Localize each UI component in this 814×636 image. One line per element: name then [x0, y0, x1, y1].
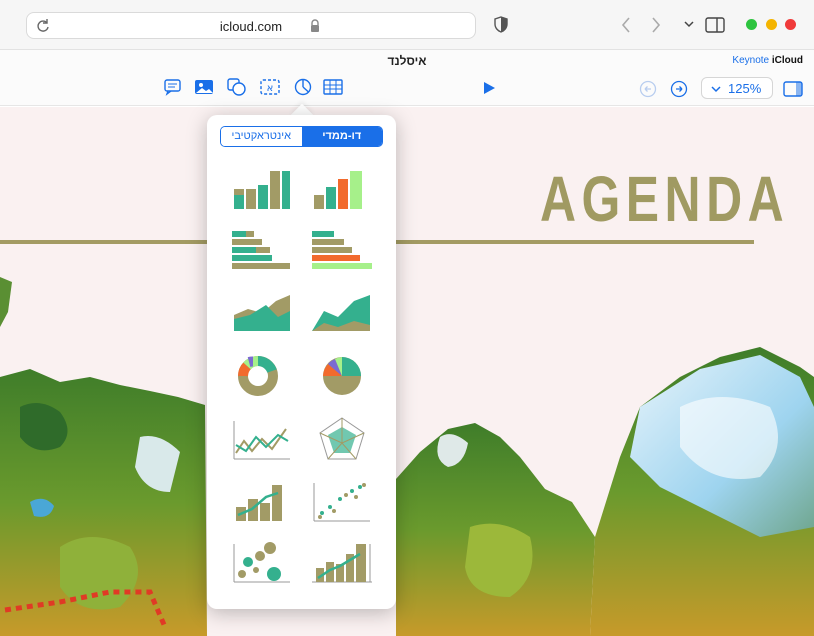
svg-text:א: א [267, 83, 274, 94]
radar-chart-icon[interactable] [310, 415, 374, 465]
mixed-chart-icon[interactable] [226, 477, 290, 527]
format-panel-icon[interactable] [783, 81, 803, 97]
brand-name: iCloud [771, 55, 803, 66]
shape-icon[interactable] [227, 78, 247, 96]
app-brand: Keynote iCloud [732, 55, 803, 66]
stacked-area-chart-icon[interactable] [310, 287, 374, 337]
redo-icon[interactable] [670, 80, 688, 98]
undo-icon[interactable] [639, 80, 657, 98]
window-zoom-button[interactable] [746, 19, 757, 30]
line-chart-icon[interactable] [226, 415, 290, 465]
column-chart-icon[interactable] [226, 165, 290, 215]
area-chart-icon[interactable] [226, 287, 290, 337]
stacked-column-chart-icon[interactable] [310, 165, 374, 215]
slide-canvas[interactable]: AGENDA [0, 107, 814, 636]
play-icon[interactable] [482, 81, 496, 95]
tab-interactive[interactable]: אינטראקטיבי [221, 127, 302, 146]
donut-chart-icon[interactable] [226, 352, 290, 402]
address-bar[interactable]: icloud.com [26, 12, 476, 39]
bubble-chart-icon[interactable] [226, 538, 290, 588]
comment-icon[interactable] [163, 78, 183, 96]
chevron-down-icon[interactable] [684, 19, 694, 29]
zoom-select[interactable]: 125% [701, 77, 773, 99]
textbox-icon[interactable]: א [260, 78, 280, 96]
window-close-button[interactable] [785, 19, 796, 30]
shield-icon[interactable] [494, 16, 508, 33]
pie-chart-icon[interactable] [310, 352, 374, 402]
back-icon[interactable] [620, 16, 632, 34]
url-text: icloud.com [219, 19, 283, 34]
chart-popover: אינטראקטיבי דו-ממדי [207, 115, 396, 609]
slide-title[interactable]: AGENDA [540, 162, 789, 236]
sidebar-icon[interactable] [705, 17, 725, 33]
chart-type-segmented-control: אינטראקטיבי דו-ממדי [220, 126, 383, 147]
forward-icon[interactable] [650, 16, 662, 34]
media-icon[interactable] [194, 78, 214, 96]
chart-icon[interactable] [293, 78, 313, 96]
chevron-down-icon [711, 86, 721, 93]
browser-toolbar: icloud.com [0, 0, 814, 50]
document-title: איסלנד [387, 54, 427, 68]
scatter-chart-icon[interactable] [310, 477, 374, 527]
lock-icon [311, 19, 319, 32]
bar-chart-icon[interactable] [226, 227, 292, 277]
stacked-bar-chart-icon[interactable] [310, 227, 374, 277]
two-axis-chart-icon[interactable] [310, 538, 374, 588]
window-minimize-button[interactable] [766, 19, 777, 30]
zoom-value: 125% [728, 81, 762, 96]
brand-app: Keynote [732, 55, 770, 66]
tab-2d[interactable]: דו-ממדי [301, 127, 382, 146]
table-icon[interactable] [323, 78, 343, 96]
keynote-toolbar: איסלנד Keynote iCloud א 125% [0, 50, 814, 106]
